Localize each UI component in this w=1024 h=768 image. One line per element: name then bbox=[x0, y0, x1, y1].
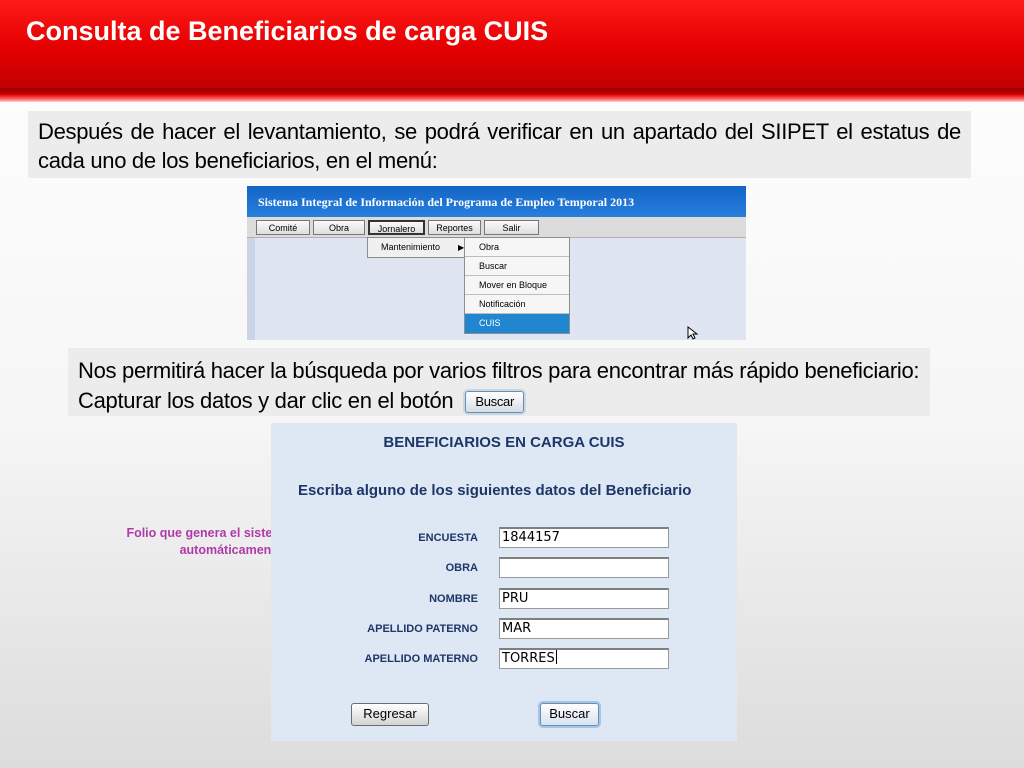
submenu-mantenimiento[interactable]: Mantenimiento ▶ bbox=[367, 237, 465, 258]
app-titlebar: Sistema Integral de Información del Prog… bbox=[247, 186, 746, 217]
mouse-cursor-icon bbox=[687, 326, 699, 340]
slide-header: Consulta de Beneficiarios de carga CUIS bbox=[0, 0, 1024, 88]
obra-input[interactable] bbox=[499, 557, 669, 578]
app-title: Sistema Integral de Información del Prog… bbox=[258, 195, 635, 209]
buscar-button[interactable]: Buscar bbox=[540, 703, 599, 726]
slide-title: Consulta de Beneficiarios de carga CUIS bbox=[26, 16, 549, 46]
dropdown-menu: Obra Buscar Mover en Bloque Notificación… bbox=[464, 237, 570, 334]
filters-line-1: Nos permitirá hacer la búsqueda por vari… bbox=[78, 358, 920, 383]
menu-comite[interactable]: Comité bbox=[256, 220, 310, 235]
apellido-materno-value: TORRES bbox=[502, 651, 555, 666]
dropdown-item-buscar[interactable]: Buscar bbox=[465, 257, 569, 276]
dropdown-item-mover[interactable]: Mover en Bloque bbox=[465, 276, 569, 295]
label-apellido-materno: APELLIDO MATERNO bbox=[364, 653, 478, 665]
beneficiary-search-form: BENEFICIARIOS EN CARGA CUIS Escriba algu… bbox=[271, 423, 737, 741]
filters-text: Nos permitirá hacer la búsqueda por vari… bbox=[68, 348, 930, 416]
header-band bbox=[0, 88, 1024, 102]
app-leftbar bbox=[247, 238, 255, 340]
text-caret bbox=[555, 650, 557, 664]
regresar-button[interactable]: Regresar bbox=[351, 703, 429, 726]
filters-line-2-text: Capturar los datos y dar clic en el botó… bbox=[78, 388, 454, 413]
menu-reportes[interactable]: Reportes bbox=[428, 220, 481, 235]
dropdown-item-cuis[interactable]: CUIS bbox=[465, 314, 569, 333]
form-subtitle: Escriba alguno de los siguientes datos d… bbox=[298, 482, 692, 499]
dropdown-item-obra[interactable]: Obra bbox=[465, 238, 569, 257]
apellido-paterno-input[interactable]: MAR bbox=[499, 618, 669, 639]
menu-screenshot: Sistema Integral de Información del Prog… bbox=[247, 186, 746, 340]
app-menubar: Comité Obra Jornalero Reportes Salir bbox=[247, 217, 746, 238]
label-encuesta: ENCUESTA bbox=[418, 532, 478, 544]
menu-jornalero[interactable]: Jornalero bbox=[368, 220, 425, 235]
dropdown-item-notificacion[interactable]: Notificación bbox=[465, 295, 569, 314]
intro-text: Después de hacer el levantamiento, se po… bbox=[28, 111, 971, 178]
form-title: BENEFICIARIOS EN CARGA CUIS bbox=[383, 434, 625, 451]
filters-line-2: Capturar los datos y dar clic en el botó… bbox=[78, 386, 920, 416]
nombre-input[interactable]: PRU bbox=[499, 588, 669, 609]
encuesta-input[interactable]: 1844157 bbox=[499, 527, 669, 548]
apellido-materno-input[interactable]: TORRES bbox=[499, 648, 669, 669]
menu-obra[interactable]: Obra bbox=[313, 220, 365, 235]
label-obra: OBRA bbox=[445, 562, 478, 574]
label-apellido-paterno: APELLIDO PATERNO bbox=[367, 623, 478, 635]
submenu-label: Mantenimiento bbox=[381, 242, 441, 252]
menu-salir[interactable]: Salir bbox=[484, 220, 539, 235]
label-nombre: NOMBRE bbox=[429, 593, 478, 605]
inline-search-button[interactable]: Buscar bbox=[465, 391, 525, 414]
